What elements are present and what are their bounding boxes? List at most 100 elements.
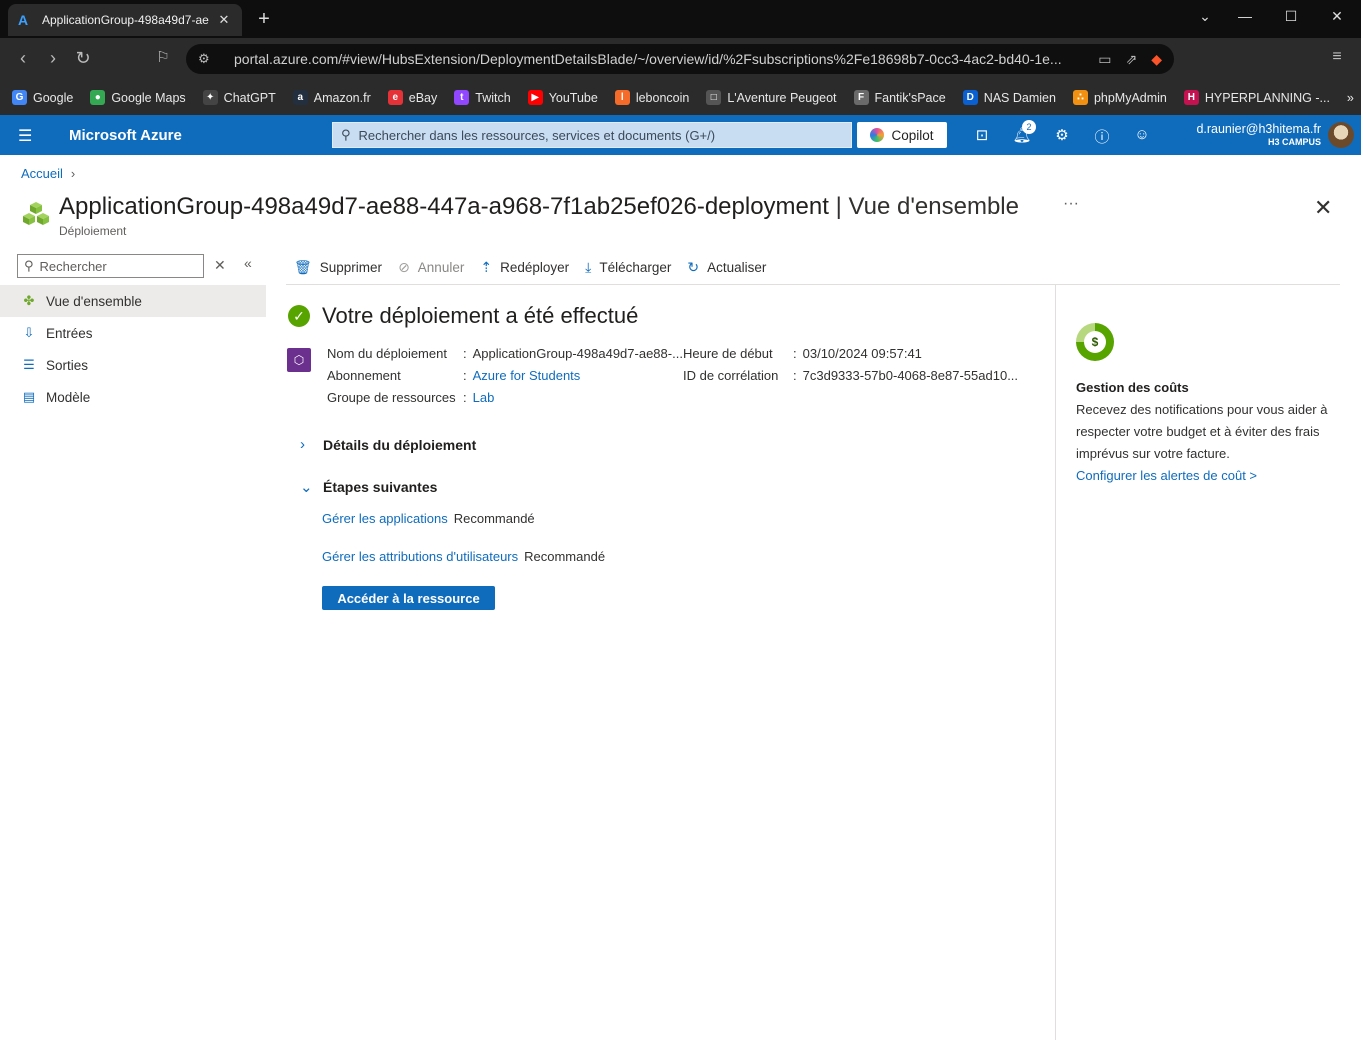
- global-search-input[interactable]: ⚲ Rechercher dans les ressources, servic…: [332, 122, 852, 148]
- share-icon[interactable]: ⇗: [1125, 51, 1137, 68]
- checkmark-icon: ✓: [288, 305, 310, 327]
- bookmark-item[interactable]: F Fantik'sPace: [853, 90, 946, 105]
- configure-cost-alerts-link[interactable]: Configurer les alertes de coût >: [1076, 468, 1257, 483]
- bookmark-item[interactable]: e eBay: [387, 90, 437, 105]
- settings-icon[interactable]: ⚙: [1051, 126, 1073, 144]
- bookmark-label: NAS Damien: [983, 90, 1056, 105]
- bookmark-label: Google Maps: [111, 90, 186, 105]
- brave-shield-icon[interactable]: ◆: [1151, 51, 1162, 68]
- collapse-menu-icon[interactable]: «: [244, 255, 252, 271]
- bookmark-favicon-icon: ▶: [527, 90, 543, 105]
- reload-icon[interactable]: ↻: [72, 48, 94, 69]
- bookmark-favicon-icon: ✦: [202, 90, 218, 105]
- deployment-blade: Accueil › ApplicationGroup-498a49d7-ae88-…: [0, 155, 1361, 1040]
- panel-divider: [1055, 285, 1056, 1040]
- bookmark-item[interactable]: G Google: [12, 90, 73, 105]
- azure-brand[interactable]: Microsoft Azure: [69, 127, 182, 144]
- resource-menu: ✤ Vue d'ensemble ⇩ Entrées ☰ Sorties ▤ M…: [0, 285, 266, 413]
- cloud-shell-icon[interactable]: ⊡: [971, 126, 993, 144]
- bookmark-icon[interactable]: ⚐: [152, 48, 174, 66]
- bookmark-item[interactable]: H HYPERPLANNING -...: [1183, 90, 1330, 105]
- menu-item-template[interactable]: ▤ Modèle: [0, 381, 266, 413]
- help-icon[interactable]: ⓘ: [1091, 126, 1113, 147]
- prop-value: 7c3d9333-57b0-4068-8e87-55ad10...: [802, 367, 1019, 383]
- cost-description: Recevez des notifications pour vous aide…: [1076, 402, 1328, 461]
- close-blade-icon[interactable]: ✕: [1314, 195, 1332, 221]
- bookmark-item[interactable]: D NAS Damien: [962, 90, 1056, 105]
- bookmark-label: Fantik'sPace: [874, 90, 946, 105]
- outputs-icon: ☰: [23, 357, 35, 372]
- new-tab-icon[interactable]: +: [254, 8, 274, 31]
- redeploy-label: Redéployer: [500, 260, 570, 275]
- refresh-label: Actualiser: [707, 260, 767, 275]
- maximize-icon[interactable]: ☐: [1279, 8, 1303, 25]
- bookmark-item[interactable]: ● Google Maps: [90, 90, 186, 105]
- properties-left: Nom du déploiement: ApplicationGroup-498a…: [327, 342, 683, 408]
- site-info-icon[interactable]: ⚙: [198, 51, 218, 67]
- next-step-item: Gérer les applications Recommandé: [322, 511, 535, 526]
- prop-row: Groupe de ressources: Lab: [327, 389, 495, 405]
- avatar[interactable]: [1328, 122, 1354, 148]
- next-steps-toggle[interactable]: ⌄ Étapes suivantes: [300, 478, 437, 496]
- breadcrumb: Accueil ›: [21, 166, 75, 181]
- more-options-icon[interactable]: ···: [1063, 195, 1079, 213]
- window-close-icon[interactable]: ✕: [1325, 8, 1349, 25]
- prop-row: Nom du déploiement: ApplicationGroup-498a…: [327, 345, 683, 361]
- user-org: H3 CAMPUS: [1267, 137, 1321, 147]
- bookmark-label: HYPERPLANNING -...: [1204, 90, 1330, 105]
- bookmark-favicon-icon: ●: [90, 90, 106, 105]
- bookmark-favicon-icon: l: [614, 90, 630, 105]
- page-subtitle: Déploiement: [59, 224, 127, 238]
- user-account[interactable]: d.raunier@h3hitema.fr H3 CAMPUS: [1196, 122, 1321, 147]
- bookmark-item[interactable]: ∴ phpMyAdmin: [1072, 90, 1167, 105]
- forward-icon[interactable]: ›: [42, 48, 64, 69]
- menu-icon[interactable]: ≡: [1326, 48, 1348, 66]
- bookmark-item[interactable]: l leboncoin: [614, 90, 689, 105]
- delete-label: Supprimer: [319, 260, 383, 275]
- prop-row: ID de corrélation:7c3d9333-57b0-4068-8e8…: [683, 367, 1019, 383]
- redeploy-button[interactable]: ⇡ Redéployer: [480, 259, 569, 276]
- menu-item-inputs[interactable]: ⇩ Entrées: [0, 317, 266, 349]
- refresh-icon: ↻: [687, 259, 700, 275]
- back-icon[interactable]: ‹: [12, 48, 34, 69]
- bookmark-item[interactable]: a Amazon.fr: [292, 90, 371, 105]
- more-bookmarks-icon[interactable]: »: [1347, 91, 1354, 105]
- browser-tab[interactable]: A ApplicationGroup-498a49d7-ae ✕: [8, 4, 242, 36]
- managed-app-icon: ⬡: [287, 348, 311, 372]
- deployment-details-toggle[interactable]: › Détails du déploiement: [300, 436, 476, 453]
- breadcrumb-home-link[interactable]: Accueil: [21, 166, 63, 181]
- bookmark-favicon-icon: G: [12, 90, 27, 105]
- bookmark-item[interactable]: ✦ ChatGPT: [202, 90, 276, 105]
- refresh-button[interactable]: ↻ Actualiser: [687, 259, 766, 276]
- cancel-icon: ⊘: [398, 259, 410, 275]
- manage-user-assignments-link[interactable]: Gérer les attributions d'utilisateurs: [322, 549, 518, 564]
- manage-applications-link[interactable]: Gérer les applications: [322, 511, 448, 526]
- menu-search-input[interactable]: ⚲ Rechercher: [17, 254, 204, 278]
- clear-search-icon[interactable]: ✕: [214, 257, 226, 274]
- bookmark-favicon-icon: H: [1183, 90, 1199, 105]
- tab-close-icon[interactable]: ✕: [216, 12, 232, 28]
- menu-item-overview[interactable]: ✤ Vue d'ensemble: [0, 285, 266, 317]
- minimize-icon[interactable]: —: [1233, 8, 1257, 24]
- feedback-icon[interactable]: ☺: [1131, 126, 1153, 143]
- menu-item-outputs[interactable]: ☰ Sorties: [0, 349, 266, 381]
- bookmark-favicon-icon: e: [387, 90, 403, 105]
- recommended-tag: Recommandé: [524, 549, 606, 564]
- subscription-link[interactable]: Azure for Students: [473, 368, 581, 383]
- download-label: Télécharger: [599, 260, 672, 275]
- bookmark-label: ChatGPT: [223, 90, 276, 105]
- go-to-resource-button[interactable]: Accéder à la ressource: [322, 586, 495, 610]
- bookmark-item[interactable]: t Twitch: [454, 90, 511, 105]
- bookmark-label: Google: [33, 90, 74, 105]
- tab-search-icon[interactable]: ⌄: [1193, 8, 1217, 25]
- bookmark-item[interactable]: □ L'Aventure Peugeot: [706, 90, 837, 105]
- bookmark-item[interactable]: ▶ YouTube: [527, 90, 598, 105]
- copilot-button[interactable]: Copilot: [857, 122, 947, 148]
- portal-menu-icon[interactable]: ☰: [18, 126, 32, 146]
- delete-button[interactable]: 🗑︎ Supprimer: [294, 259, 382, 276]
- cancel-button[interactable]: ⊘ Annuler: [398, 259, 464, 276]
- resource-group-link[interactable]: Lab: [473, 390, 495, 405]
- download-button[interactable]: ⤓ Télécharger: [585, 259, 671, 276]
- address-bar[interactable]: ⚙ portal.azure.com/#view/HubsExtension/D…: [186, 44, 1174, 74]
- install-app-icon[interactable]: ▭: [1098, 51, 1111, 68]
